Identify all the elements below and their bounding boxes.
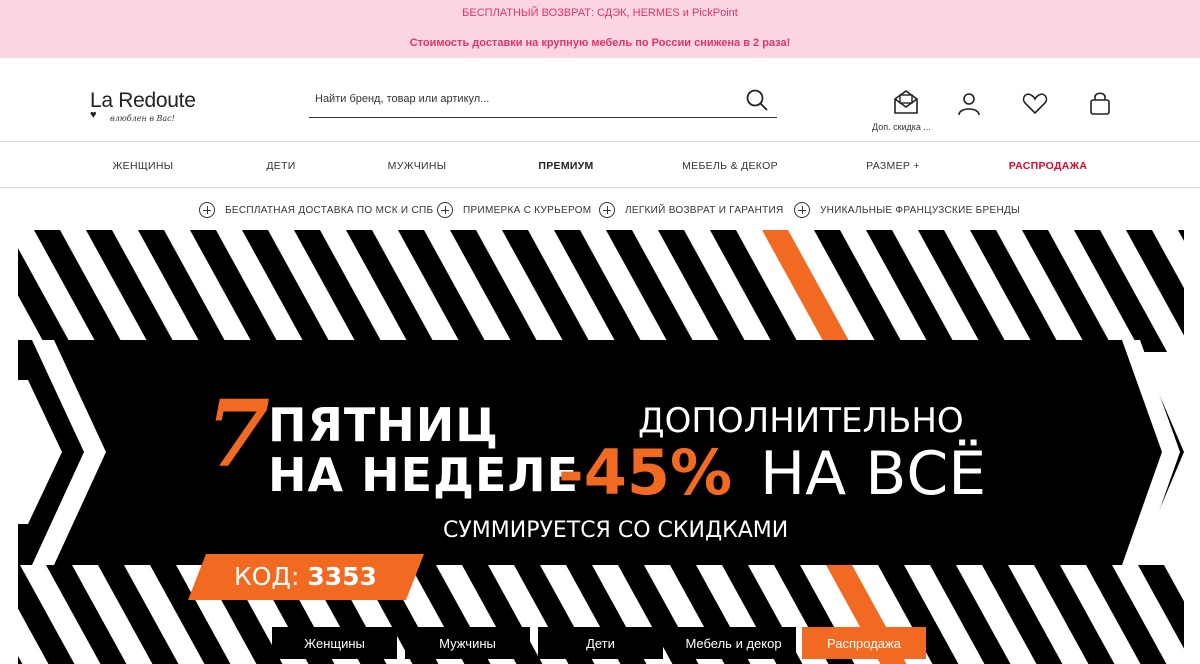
bag-icon[interactable] bbox=[1089, 92, 1111, 121]
user-icon[interactable] bbox=[957, 92, 981, 121]
heart-icon[interactable] bbox=[1022, 93, 1048, 120]
nav-furniture-decor[interactable]: МЕБЕЛЬ & ДЕКОР bbox=[682, 160, 778, 172]
promo-free-return[interactable]: БЕСПЛАТНЫЙ ВОЗВРАТ: СДЭК, HERMES и PickP… bbox=[0, 7, 1200, 19]
banner-cat-men[interactable]: Мужчины bbox=[405, 627, 530, 659]
promo-delivery[interactable]: Стоимость доставки на крупную мебель по … bbox=[0, 37, 1200, 49]
main-nav: ЖЕНЩИНЫ ДЕТИ МУЖЧИНЫ ПРЕМИУМ МЕБЕЛЬ & ДЕ… bbox=[0, 143, 1200, 188]
header: La Redoute ♥ влюблен в Вас! Доп. скидка … bbox=[0, 58, 1200, 142]
promo-code-badge: КОД: 3353 bbox=[188, 554, 424, 600]
code-value: 3353 bbox=[307, 562, 377, 591]
benefit-free-delivery[interactable]: БЕСПЛАТНАЯ ДОСТАВКА ПО МСК И СПБ bbox=[199, 201, 433, 219]
benefit-label: УНИКАЛЬНЫЕ ФРАНЦУЗСКИЕ БРЕНДЫ bbox=[820, 204, 1021, 216]
benefit-french-brands[interactable]: УНИКАЛЬНЫЕ ФРАНЦУЗСКИЕ БРЕНДЫ bbox=[794, 201, 1020, 219]
nav-men[interactable]: МУЖЧИНЫ bbox=[388, 160, 447, 172]
logo[interactable]: La Redoute ♥ влюблен в Вас! bbox=[90, 89, 196, 123]
search-bar bbox=[309, 85, 777, 118]
nav-kids[interactable]: ДЕТИ bbox=[266, 160, 295, 172]
plus-circle-icon bbox=[437, 202, 453, 218]
banner-line1: ПЯТНИЦ bbox=[268, 398, 499, 452]
nav-plus-size[interactable]: РАЗМЕР + bbox=[866, 160, 920, 172]
benefit-label: ЛЕГКИЙ ВОЗВРАТ И ГАРАНТИЯ bbox=[625, 204, 784, 216]
banner-line2: НА НЕДЕЛЕ bbox=[268, 448, 580, 502]
plus-circle-icon bbox=[599, 202, 615, 218]
benefit-easy-return[interactable]: ЛЕГКИЙ ВОЗВРАТ И ГАРАНТИЯ bbox=[599, 201, 784, 219]
logo-name: La Redoute bbox=[90, 89, 196, 112]
logo-tagline: влюблен в Вас! bbox=[110, 114, 175, 123]
benefits-bar: БЕСПЛАТНАЯ ДОСТАВКА ПО МСК И СПБ ПРИМЕРК… bbox=[0, 189, 1200, 229]
banner-on-all: НА ВСЁ bbox=[760, 439, 987, 509]
code-text: КОД: 3353 bbox=[234, 564, 377, 589]
mail-icon[interactable] bbox=[892, 88, 920, 121]
benefit-label: ПРИМЕРКА С КУРЬЕРОМ bbox=[463, 204, 592, 216]
search-icon[interactable] bbox=[745, 88, 769, 117]
promo-banner[interactable]: 7 ПЯТНИЦ НА НЕДЕЛЕ ДОПОЛНИТЕЛЬНО -45% НА… bbox=[18, 230, 1184, 664]
nav-sale[interactable]: РАСПРОДАЖА bbox=[1009, 160, 1088, 172]
banner-number: 7 bbox=[206, 380, 271, 488]
banner-cat-kids[interactable]: Дети bbox=[538, 627, 663, 659]
banner-note: СУММИРУЕТСЯ СО СКИДКАМИ bbox=[443, 518, 789, 543]
banner-discount: -45% bbox=[558, 436, 733, 509]
code-label: КОД: bbox=[234, 562, 300, 591]
promo-bar: БЕСПЛАТНЫЙ ВОЗВРАТ: СДЭК, HERMES и PickP… bbox=[0, 0, 1200, 58]
plus-circle-icon bbox=[199, 202, 215, 218]
benefit-label: БЕСПЛАТНАЯ ДОСТАВКА ПО МСК И СПБ bbox=[225, 204, 434, 216]
plus-circle-icon bbox=[794, 202, 810, 218]
banner-cat-furniture[interactable]: Мебель и декор bbox=[671, 627, 796, 659]
banner-extra: ДОПОЛНИТЕЛЬНО bbox=[638, 401, 964, 441]
logo-heart-icon: ♥ bbox=[90, 109, 97, 121]
banner-cat-sale[interactable]: Распродажа bbox=[802, 627, 926, 659]
benefit-courier-fitting[interactable]: ПРИМЕРКА С КУРЬЕРОМ bbox=[437, 201, 591, 219]
search-input[interactable] bbox=[315, 93, 735, 105]
banner-cat-women[interactable]: Женщины bbox=[272, 627, 397, 659]
nav-premium[interactable]: ПРЕМИУМ bbox=[538, 160, 593, 172]
discount-label[interactable]: Доп. скидка ... bbox=[872, 122, 931, 132]
nav-women[interactable]: ЖЕНЩИНЫ bbox=[113, 160, 174, 172]
